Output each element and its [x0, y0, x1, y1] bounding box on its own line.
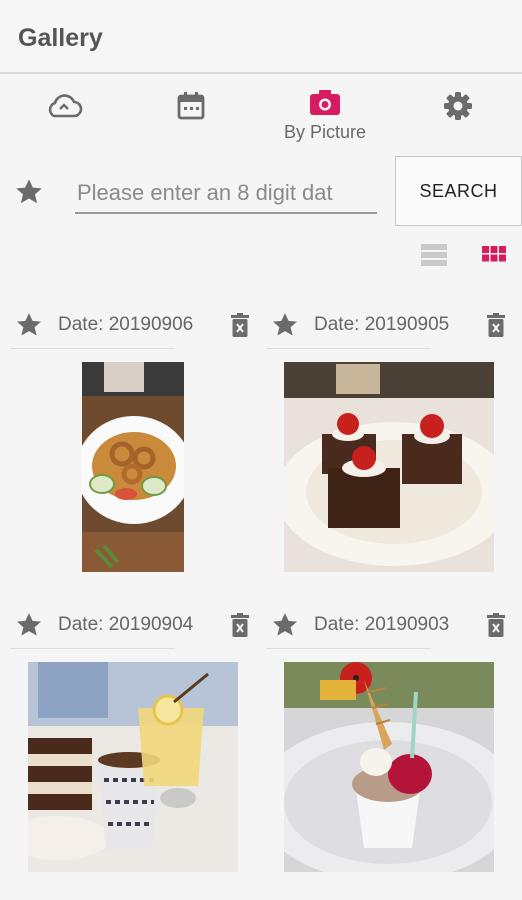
cloud-icon: [48, 94, 83, 118]
photo-card[interactable]: Date: 20190905: [266, 300, 522, 590]
card-header: Date: 20190905: [266, 300, 522, 350]
calendar-icon: [177, 92, 205, 120]
delete-icon[interactable]: [484, 312, 508, 338]
search-row: SEARCH: [0, 156, 522, 228]
card-divider: [10, 348, 175, 349]
camera-icon: [310, 90, 340, 115]
tab-by-picture-label: By Picture: [283, 122, 367, 142]
tab-calendar[interactable]: [141, 86, 241, 146]
food-photo[interactable]: [28, 662, 238, 872]
card-divider: [266, 648, 431, 649]
star-icon[interactable]: [14, 610, 44, 640]
star-icon[interactable]: [270, 310, 300, 340]
food-photo[interactable]: [284, 662, 494, 872]
photo-card[interactable]: Date: 20190903: [266, 600, 522, 890]
app-title: Gallery: [18, 24, 103, 52]
delete-icon[interactable]: [228, 612, 252, 638]
card-divider: [10, 648, 175, 649]
card-header: Date: 20190903: [266, 600, 522, 650]
card-divider: [266, 348, 431, 349]
card-header: Date: 20190906: [10, 300, 266, 350]
photo-date: Date: 20190905: [314, 314, 450, 335]
search-button[interactable]: SEARCH: [395, 156, 522, 226]
photo-date: Date: 20190903: [314, 614, 450, 635]
list-view-icon[interactable]: [420, 242, 448, 268]
star-icon[interactable]: [14, 310, 44, 340]
gear-icon: [444, 92, 472, 120]
app-bar: Gallery: [0, 0, 522, 74]
photo-date: Date: 20190904: [58, 614, 194, 635]
date-search-input[interactable]: [75, 174, 377, 214]
star-icon[interactable]: [13, 176, 45, 208]
tab-cloud[interactable]: [14, 86, 114, 146]
grid-view-icon[interactable]: [481, 242, 507, 268]
delete-icon[interactable]: [228, 312, 252, 338]
tab-by-picture[interactable]: By Picture: [275, 86, 375, 146]
tab-settings[interactable]: [408, 86, 508, 146]
delete-icon[interactable]: [484, 612, 508, 638]
photo-date: Date: 20190906: [58, 314, 194, 335]
photo-card[interactable]: Date: 20190904: [10, 600, 266, 890]
card-header: Date: 20190904: [10, 600, 266, 650]
food-photo[interactable]: [284, 362, 494, 572]
tab-bar: By Picture: [0, 76, 522, 156]
food-photo[interactable]: [82, 362, 184, 572]
star-icon[interactable]: [270, 610, 300, 640]
photo-card[interactable]: Date: 20190906: [10, 300, 266, 590]
